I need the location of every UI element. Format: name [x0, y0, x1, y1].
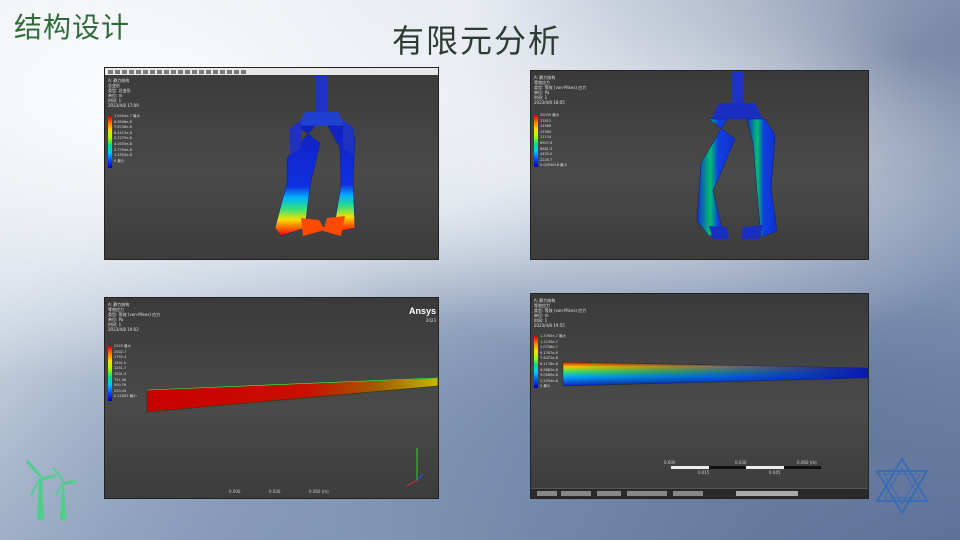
beam-model[interactable] — [105, 298, 438, 498]
scale-label: 0.015 — [698, 470, 710, 475]
scale-label: 0.030 — [735, 460, 747, 465]
scale-label: 0.030 — [269, 489, 281, 494]
gripper-model[interactable] — [531, 71, 868, 259]
scale-label: 0.060 (m) — [797, 460, 817, 465]
fea-view-top-left[interactable]: A: 静力结构 总变形 类型: 总变形 单位: m 时间: 1 2023/4/8… — [104, 67, 439, 260]
fea-view-bottom-left[interactable]: A: 静力结构 等效应力 类型: 等效 (von-Mises) 应力 单位: P… — [104, 297, 439, 499]
gripper-model[interactable] — [105, 68, 438, 259]
scale-label: 0.060 (m) — [309, 489, 329, 494]
fea-view-bottom-right[interactable]: A: 静力结构 等效应力 类型: 等效 (von-Mises) 应力 单位: m… — [530, 293, 869, 499]
scale-label: 0.000 — [664, 460, 676, 465]
slide-title-center: 有限元分析 — [392, 22, 563, 60]
beam-model[interactable] — [531, 294, 868, 498]
fea-view-top-right[interactable]: A: 静力结构 等效应力 类型: 等效 (von-Mises) 应力 单位: P… — [530, 70, 869, 260]
slide-title-left: 结构设计 — [14, 11, 131, 44]
wind-turbine-icon — [26, 460, 76, 520]
star-of-david-icon — [875, 457, 929, 515]
animation-toolbar[interactable] — [531, 488, 868, 498]
scale-label: 0.045 — [769, 470, 781, 475]
scale-label: 0.000 — [229, 489, 241, 494]
